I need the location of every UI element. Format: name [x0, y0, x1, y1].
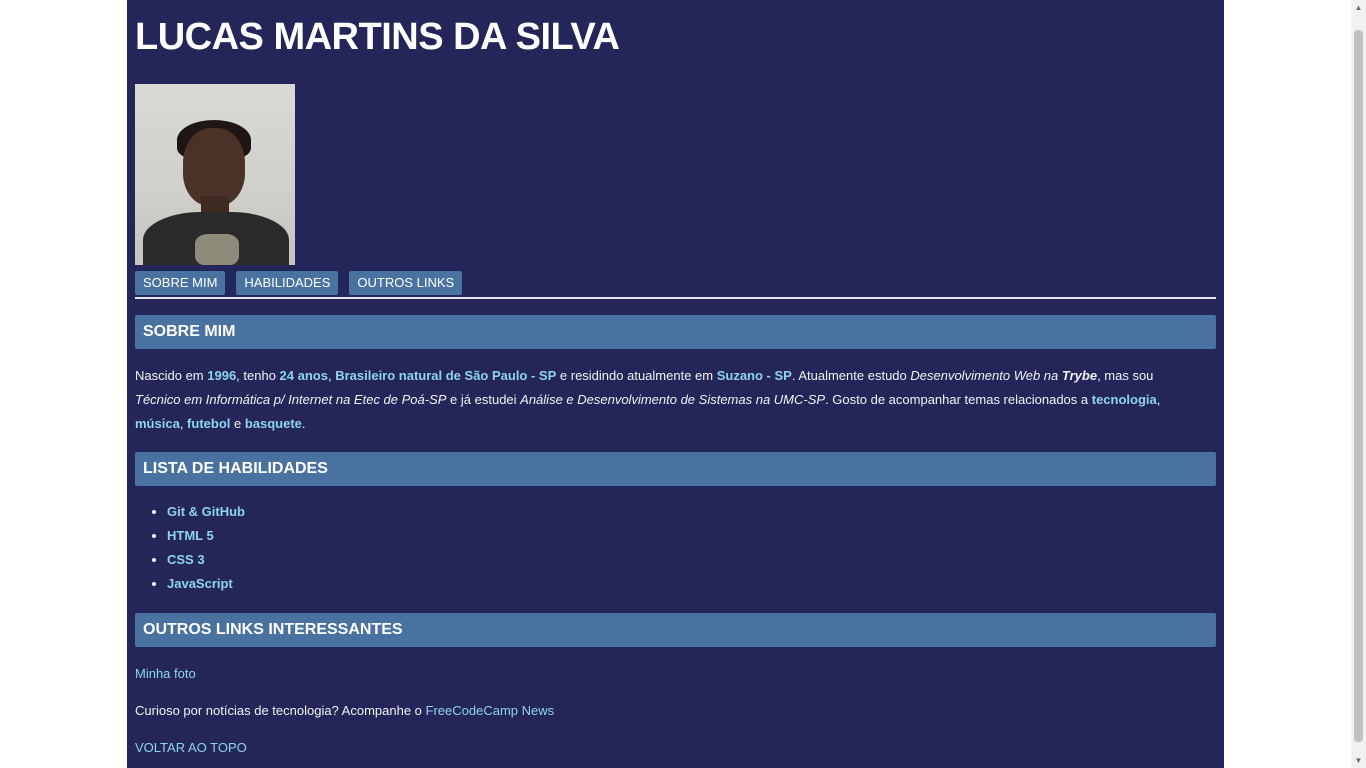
vertical-scrollbar[interactable]: ▲ ▼: [1351, 0, 1366, 768]
about-text: . Gosto de acompanhar temas relacionados…: [825, 392, 1092, 407]
nav-skills-button[interactable]: HABILIDADES: [236, 271, 339, 295]
list-item: Git & GitHub: [167, 500, 245, 524]
skill-label: Git & GitHub: [167, 504, 245, 519]
about-text: e: [230, 416, 245, 431]
about-text: , tenho: [236, 368, 280, 383]
section-links-header: OUTROS LINKS INTERESSANTES: [135, 613, 1216, 647]
section-skills-header: LISTA DE HABILIDADES: [135, 452, 1216, 486]
back-to-top-link[interactable]: VOLTAR AO TOPO: [135, 740, 247, 755]
news-line: Curioso por notícias de tecnologia? Acom…: [135, 703, 554, 718]
list-item: CSS 3: [167, 548, 245, 572]
about-school: Trybe: [1061, 368, 1098, 383]
about-text: e já estudei: [446, 392, 521, 407]
photo-link[interactable]: Minha foto: [135, 666, 196, 681]
divider: [135, 297, 1216, 299]
interest-football: futebol: [187, 416, 231, 431]
page-title: LUCAS MARTINS DA SILVA: [135, 16, 620, 58]
interest-music: música: [135, 416, 180, 431]
list-item: JavaScript: [167, 572, 245, 596]
scroll-down-arrow-icon[interactable]: ▼: [1351, 753, 1366, 768]
skill-label: JavaScript: [167, 576, 233, 591]
profile-photo: [135, 84, 295, 265]
about-college: Análise e Desenvolvimento de Sistemas na…: [520, 392, 826, 407]
interest-technology: tecnologia: [1091, 392, 1157, 407]
about-year: 1996: [207, 368, 237, 383]
skills-list: Git & GitHub HTML 5 CSS 3 JavaScript: [135, 500, 245, 596]
about-origin: Brasileiro natural de São Paulo - SP: [335, 368, 557, 383]
about-age: 24 anos: [279, 368, 328, 383]
about-paragraph: Nascido em 1996, tenho 24 anos, Brasilei…: [135, 364, 1195, 436]
back-to-top-line: VOLTAR AO TOPO: [135, 740, 247, 755]
about-tech-course: Técnico em Informática p/ Internet na Et…: [135, 392, 447, 407]
about-text: .: [301, 416, 306, 431]
about-text: ,: [179, 416, 188, 431]
photo-shirt-print: [195, 234, 239, 265]
skill-label: CSS 3: [167, 552, 205, 567]
scroll-up-arrow-icon[interactable]: ▲: [1351, 0, 1366, 15]
about-text: Nascido em: [135, 368, 208, 383]
photo-link-line: Minha foto: [135, 666, 196, 681]
about-text: . Atualmente estudo: [791, 368, 911, 383]
nav-links-button[interactable]: OUTROS LINKS: [349, 271, 463, 295]
about-text: e residindo atualmente em: [556, 368, 717, 383]
about-text: ,: [1156, 392, 1161, 407]
photo-face: [183, 128, 245, 206]
about-text: , mas sou: [1097, 368, 1154, 383]
news-text: Curioso por notícias de tecnologia? Acom…: [135, 703, 426, 718]
nav-about-button[interactable]: SOBRE MIM: [135, 271, 226, 295]
page-container: LUCAS MARTINS DA SILVA SOBRE MIM HABILID…: [127, 0, 1224, 768]
scrollbar-thumb[interactable]: [1354, 30, 1363, 742]
list-item: HTML 5: [167, 524, 245, 548]
nav-menu: SOBRE MIM HABILIDADES OUTROS LINKS: [135, 271, 463, 295]
about-city: Suzano - SP: [716, 368, 792, 383]
skill-label: HTML 5: [167, 528, 214, 543]
about-study: Desenvolvimento Web na: [910, 368, 1062, 383]
freecodecamp-link[interactable]: FreeCodeCamp News: [426, 703, 555, 718]
section-about-header: SOBRE MIM: [135, 315, 1216, 349]
interest-basketball: basquete: [244, 416, 302, 431]
